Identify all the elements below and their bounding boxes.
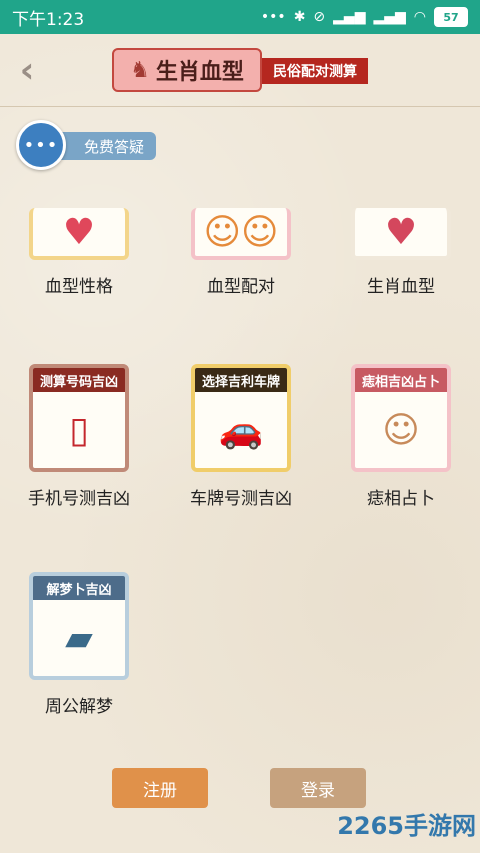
card-banner: 测算号码吉凶 <box>33 368 125 392</box>
grid-item-label: 手机号测吉凶 <box>28 489 130 509</box>
card-image: 痣相吉凶占卜 ☺ <box>351 364 451 472</box>
bluetooth-icon: ✱ <box>293 9 306 25</box>
grid-item-blood-match[interactable]: ☺☺ 血型配对 <box>166 208 316 297</box>
grid-item-dream-interpretation[interactable]: 解梦卜吉凶 ▰ 周公解梦 <box>4 572 154 717</box>
grid-item-label: 周公解梦 <box>45 697 113 717</box>
watermark-logo: 2265手游网 <box>336 800 476 846</box>
face-icon: ☺ <box>382 409 420 451</box>
couple-icon: ☺☺ <box>203 211 279 253</box>
grid-item-zodiac-blood[interactable]: ♥ 生肖血型 <box>326 208 476 297</box>
grid-item-mole-reading[interactable]: 痣相吉凶占卜 ☺ 痣相占卜 <box>326 364 476 509</box>
grid-item-label: 血型性格 <box>45 277 113 297</box>
watermark-text: 2265手游网 <box>337 811 476 840</box>
card-image: 解梦卜吉凶 ▰ <box>29 572 129 680</box>
wifi-icon: ◠ <box>413 9 426 25</box>
signal2-icon: ▂▄▆ <box>373 9 406 25</box>
grid-item-label: 车牌号测吉凶 <box>190 489 292 509</box>
card-image: 选择吉利车牌 🚗 <box>191 364 291 472</box>
heart-magnifier-icon: ♥ <box>62 211 96 253</box>
book-icon: ▰ <box>65 617 93 659</box>
page-title: 生肖血型 <box>155 59 244 85</box>
car-icon: 🚗 <box>218 410 264 451</box>
card-banner: 痣相吉凶占卜 <box>355 368 447 392</box>
phone-icon: ▯ <box>69 409 89 451</box>
chat-bubble-icon: ••• <box>16 120 66 170</box>
back-button[interactable]: ‹ <box>12 49 42 91</box>
grid-item-blood-personality[interactable]: ♥ 血型性格 <box>4 208 154 297</box>
card-banner: 选择吉利车牌 <box>195 368 287 392</box>
grid-item-label: 血型配对 <box>207 277 275 297</box>
page-subtitle: 民俗配对测算 <box>262 58 368 84</box>
mute-icon: ⊘ <box>313 9 326 25</box>
battery-icon: 57 <box>434 7 468 27</box>
card-image: 测算号码吉凶 ▯ <box>29 364 129 472</box>
card-banner: 解梦卜吉凶 <box>33 576 125 600</box>
status-bar: 下午1:23 ••• ✱ ⊘ ▂▄▆ ▂▄▆ ◠ 57 <box>0 0 480 34</box>
chevron-left-icon: ‹ <box>19 49 35 91</box>
faq-button[interactable]: 免费答疑 ••• <box>16 120 156 172</box>
card-image: ♥ <box>29 208 129 260</box>
status-time: 下午1:23 <box>12 9 85 30</box>
page-title-box: ♞ 生肖血型 <box>112 48 262 92</box>
grid-item-plate-fortune[interactable]: 选择吉利车牌 🚗 车牌号测吉凶 <box>166 364 316 509</box>
card-image: ☺☺ <box>191 208 291 260</box>
elephant-heart-icon: ♥ <box>384 211 418 253</box>
register-button[interactable]: 注册 <box>112 768 208 808</box>
grid-item-phone-fortune[interactable]: 测算号码吉凶 ▯ 手机号测吉凶 <box>4 364 154 509</box>
dots-icon: ••• <box>260 9 286 25</box>
horse-icon: ♞ <box>130 57 150 83</box>
app-header: ‹ ♞ 生肖血型 民俗配对测算 <box>0 34 480 107</box>
grid-item-label: 痣相占卜 <box>367 489 435 509</box>
signal-icon: ▂▄▆ <box>333 9 366 25</box>
card-image: ♥ <box>351 208 451 260</box>
grid-item-label: 生肖血型 <box>367 277 435 297</box>
status-icons: ••• ✱ ⊘ ▂▄▆ ▂▄▆ ◠ 57 <box>261 7 468 27</box>
